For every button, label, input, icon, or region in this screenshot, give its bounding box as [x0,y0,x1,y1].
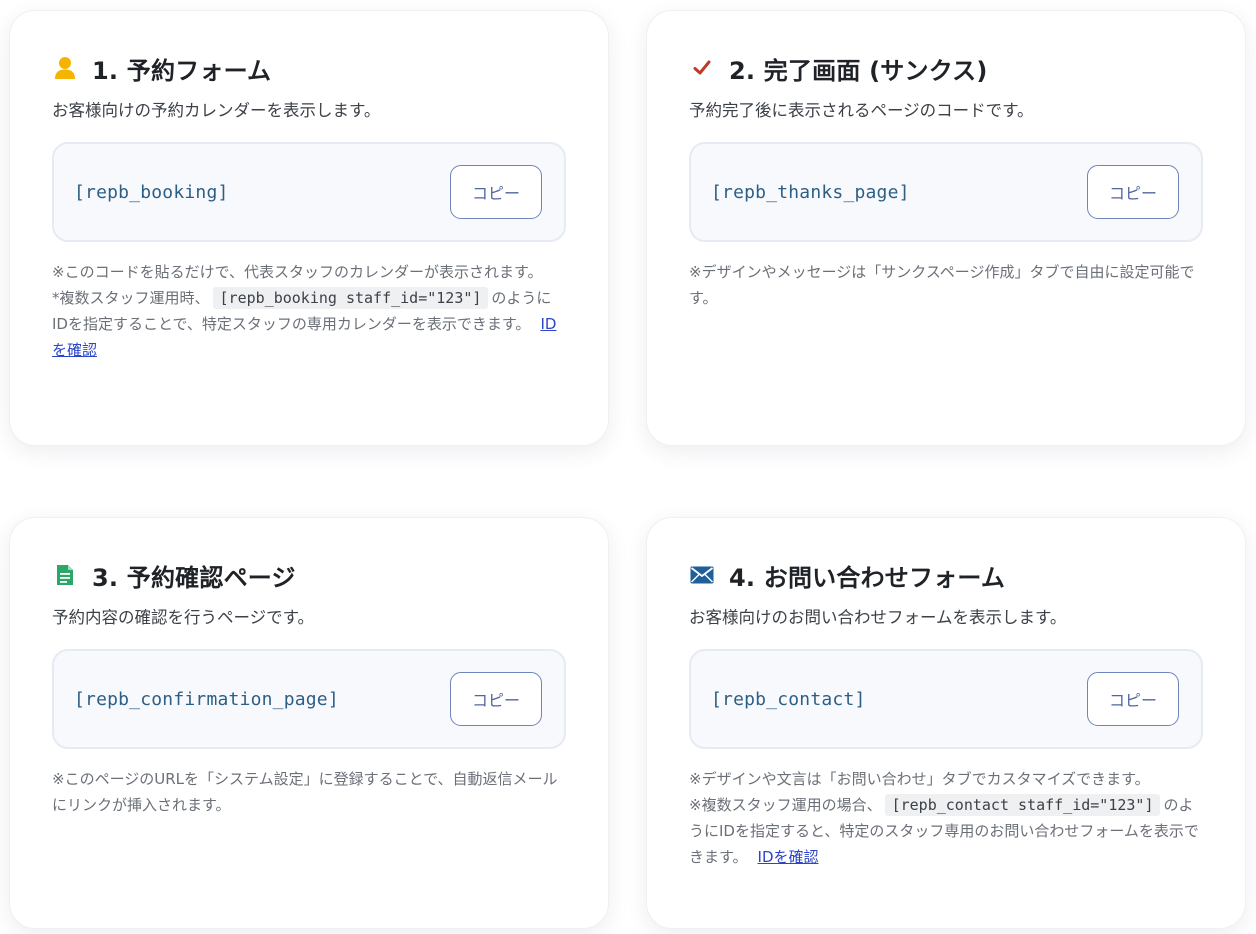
card-title-row: 4. お問い合わせフォーム [689,558,1203,592]
shortcode-text[interactable]: [repb_contact] [711,689,866,710]
copy-button[interactable]: コピー [450,672,542,726]
shortcode-box: [repb_confirmation_page] コピー [52,649,566,749]
card-description: 予約完了後に表示されるページのコードです。 [689,101,1034,120]
card-title-row: 2. 完了画面 (サンクス) [689,51,1203,85]
inline-shortcode[interactable]: [repb_booking staff_id="123"] [212,287,489,309]
note-line: ※複数スタッフ運用の場合、 [repb_contact staff_id="123… [689,792,1203,870]
note-line: ※このページのURLを「システム設定」に登録することで、自動返信メールにリンクが… [52,770,558,814]
card-title-row: 3. 予約確認ページ [52,558,566,592]
card-description: 予約内容の確認を行うページです。 [52,608,315,627]
copy-button[interactable]: コピー [1087,672,1179,726]
shortcode-grid: 1. 予約フォーム お客様向けの予約カレンダーを表示します。 [repb_boo… [0,0,1256,934]
shortcode-text[interactable]: [repb_confirmation_page] [74,689,339,710]
note-line: ※このコードを貼るだけで、代表スタッフのカレンダーが表示されます。 [52,263,543,281]
copy-button[interactable]: コピー [1087,165,1179,219]
note-text: *複数スタッフ運用時、 [52,289,210,307]
card-title-row: 1. 予約フォーム [52,51,566,85]
card-title: 4. お問い合わせフォーム [729,563,1006,592]
card-thanks-page: 2. 完了画面 (サンクス) 予約完了後に表示されるページのコードです。 [re… [646,10,1246,446]
shortcode-text[interactable]: [repb_thanks_page] [711,182,910,203]
card-title: 3. 予約確認ページ [92,563,296,592]
card-confirmation-page: 3. 予約確認ページ 予約内容の確認を行うページです。 [repb_confir… [9,517,609,929]
shortcode-box: [repb_contact] コピー [689,649,1203,749]
inline-shortcode[interactable]: [repb_contact staff_id="123"] [884,794,1161,816]
card-description: お客様向けのお問い合わせフォームを表示します。 [689,608,1067,627]
note-line: ※デザインやメッセージは「サンクスページ作成」タブで自由に設定可能です。 [689,263,1195,307]
document-icon [52,562,78,588]
envelope-icon [689,562,715,588]
shortcode-box: [repb_booking] コピー [52,142,566,242]
card-description: お客様向けの予約カレンダーを表示します。 [52,101,381,120]
card-note: ※デザインや文言は「お問い合わせ」タブでカスタマイズできます。 ※複数スタッフ運… [689,766,1203,870]
shortcode-text[interactable]: [repb_booking] [74,182,229,203]
note-line: *複数スタッフ運用時、 [repb_booking staff_id="123"]… [52,285,566,363]
card-title: 1. 予約フォーム [92,56,272,85]
card-note: ※デザインやメッセージは「サンクスページ作成」タブで自由に設定可能です。 [689,259,1203,311]
person-icon [52,55,78,81]
shortcode-box: [repb_thanks_page] コピー [689,142,1203,242]
copy-button[interactable]: コピー [450,165,542,219]
card-note: ※このコードを貼るだけで、代表スタッフのカレンダーが表示されます。 *複数スタッ… [52,259,566,363]
check-id-link[interactable]: IDを確認 [758,848,819,866]
note-line: ※デザインや文言は「お問い合わせ」タブでカスタマイズできます。 [689,770,1150,788]
note-text: ※複数スタッフ運用の場合、 [689,796,882,814]
card-title: 2. 完了画面 (サンクス) [729,56,988,85]
checkmark-icon [689,55,715,81]
card-booking-form: 1. 予約フォーム お客様向けの予約カレンダーを表示します。 [repb_boo… [9,10,609,446]
card-contact-form: 4. お問い合わせフォーム お客様向けのお問い合わせフォームを表示します。 [r… [646,517,1246,929]
card-note: ※このページのURLを「システム設定」に登録することで、自動返信メールにリンクが… [52,766,566,818]
